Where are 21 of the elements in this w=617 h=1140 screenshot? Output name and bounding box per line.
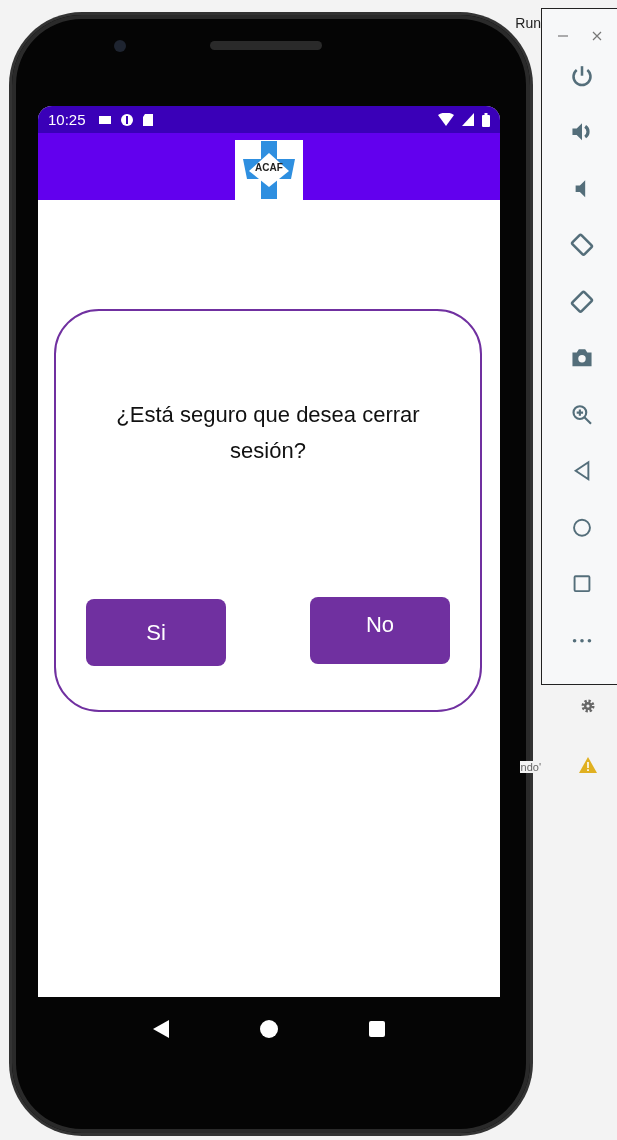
logo-text: ACAF xyxy=(255,162,283,173)
dialog-message: ¿Está seguro que desea cerrar sesión? xyxy=(115,401,421,465)
message-text: ndo' xyxy=(519,761,541,773)
close-icon[interactable] xyxy=(592,31,602,41)
dialog-button[interactable]: No xyxy=(310,597,450,664)
signal-icon xyxy=(462,113,474,126)
overview-icon[interactable] xyxy=(368,1020,385,1037)
warning-icon xyxy=(579,757,597,773)
menu-item[interactable]: Run xyxy=(515,15,541,31)
battery-icon xyxy=(482,112,490,127)
home-icon[interactable] xyxy=(260,1019,278,1038)
notification-icon xyxy=(97,113,112,126)
notification-icon xyxy=(119,112,134,127)
wifi-icon xyxy=(438,113,454,126)
status-time: 10:25 xyxy=(48,111,86,128)
dialog-button[interactable]: Si xyxy=(86,599,226,666)
settings-icon[interactable] xyxy=(580,698,596,714)
camera-icon xyxy=(114,39,126,52)
back-icon[interactable] xyxy=(153,1019,170,1038)
sd-card-icon xyxy=(141,112,154,127)
power-icon[interactable] xyxy=(569,63,595,89)
